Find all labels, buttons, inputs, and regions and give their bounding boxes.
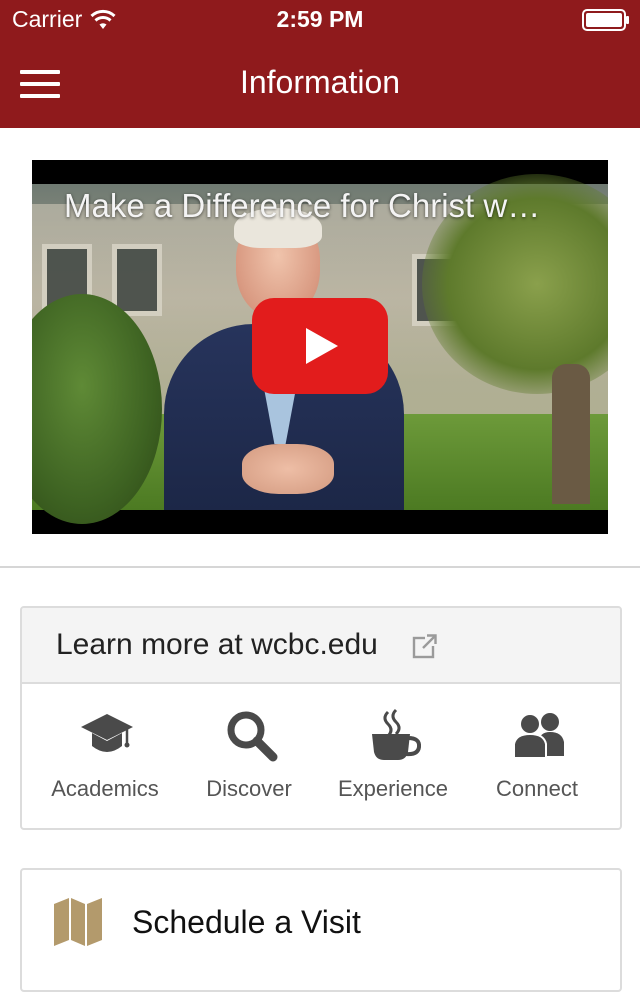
page-title: Information — [239, 64, 401, 100]
search-icon — [227, 711, 278, 762]
top-bar: Carrier 2:59 PM Information — [0, 0, 640, 128]
tile-label-academics: Academics — [51, 776, 159, 801]
tile-label-connect: Connect — [496, 776, 578, 801]
tile-experience[interactable]: Experience — [321, 684, 465, 828]
external-link-icon — [412, 633, 438, 659]
section-divider — [0, 566, 640, 568]
map-icon — [54, 898, 102, 946]
learn-more-link[interactable]: Learn more at wcbc.edu — [22, 608, 620, 684]
learn-more-tiles: Academics Discover Experience Connect — [22, 684, 620, 828]
video-player[interactable]: Make a Difference for Christ w… — [32, 160, 608, 534]
tile-label-discover: Discover — [206, 776, 292, 801]
schedule-visit-button[interactable]: Schedule a Visit — [20, 868, 622, 992]
status-time: 2:59 PM — [276, 6, 364, 32]
battery-full-icon — [582, 9, 629, 31]
coffee-cup-icon — [372, 708, 422, 760]
graduation-cap-icon — [81, 714, 133, 752]
youtube-play-icon[interactable] — [252, 298, 388, 394]
tile-label-experience: Experience — [337, 776, 449, 801]
users-icon — [513, 713, 564, 759]
tile-academics[interactable]: Academics — [33, 684, 177, 828]
video-title: Make a Difference for Christ w… — [64, 187, 541, 224]
schedule-visit-label: Schedule a Visit — [132, 904, 361, 940]
tile-discover[interactable]: Discover — [177, 684, 321, 828]
tile-connect[interactable]: Connect — [465, 684, 609, 828]
learn-more-label: Learn more at wcbc.edu — [56, 628, 378, 661]
status-bar: Carrier 2:59 PM — [0, 0, 640, 40]
learn-more-card: Learn more at wcbc.edu Academics Discove… — [20, 606, 622, 830]
nav-bar: Information — [0, 40, 640, 128]
